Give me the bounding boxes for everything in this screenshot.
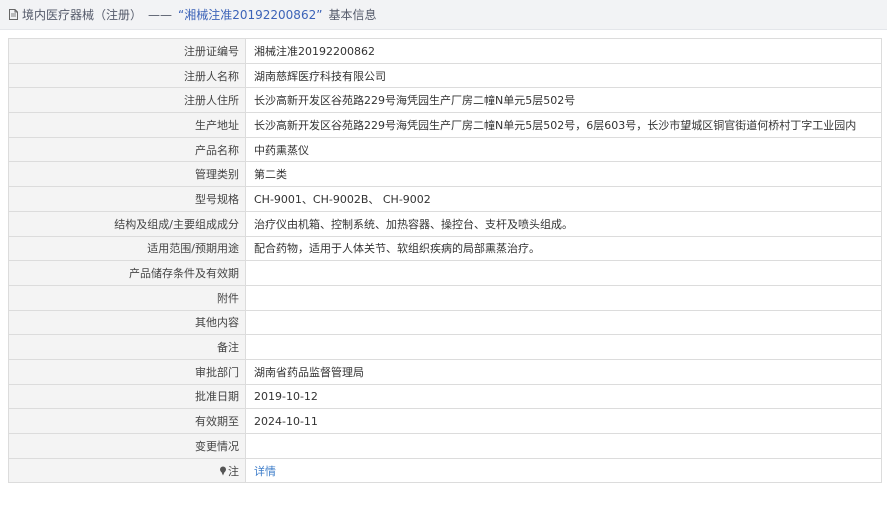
page-header: 境内医疗器械（注册） —— “湘械注准20192200862” 基本信息	[0, 0, 887, 30]
row-value: 配合药物，适用于人体关节、软组织疾病的局部熏蒸治疗。	[245, 235, 882, 262]
row-value: 长沙高新开发区谷苑路229号海凭园生产厂房二幢N单元5层502号	[245, 87, 882, 114]
row-value	[245, 433, 882, 459]
row-label: 批准日期	[8, 383, 246, 410]
row-label: 附件	[8, 284, 246, 311]
table-row: 有效期至 2024-10-11	[8, 408, 882, 434]
table-row: 变更情况	[8, 433, 882, 459]
row-value	[245, 309, 882, 336]
detail-table-container: 注册证编号 湘械注准20192200862 注册人名称 湖南慈辉医疗科技有限公司 注…	[8, 38, 882, 484]
row-value: 湖南省药品监督管理局	[245, 358, 882, 385]
page-title: “湘械注准20192200862”	[178, 8, 323, 22]
row-value	[245, 260, 882, 286]
table-row: 备注	[8, 334, 882, 360]
page-title-suffix: 基本信息	[328, 8, 377, 22]
row-label: 审批部门	[8, 358, 246, 385]
table-row: 管理类别 第二类	[8, 161, 882, 188]
row-value: 2024-10-11	[245, 408, 882, 434]
row-label: 变更情况	[8, 433, 246, 459]
row-label: 管理类别	[8, 161, 246, 188]
table-row: 产品名称 中药熏蒸仪	[8, 136, 882, 163]
table-row: 结构及组成/主要组成成分 治疗仪由机箱、控制系统、加热容器、操控台、支杆及喷头组成…	[8, 210, 882, 237]
table-row: 其他内容	[8, 309, 882, 336]
row-value	[245, 334, 882, 360]
row-label: 备注	[8, 334, 246, 360]
breadcrumb-separator: ——	[148, 7, 173, 22]
table-row: 产品储存条件及有效期	[8, 260, 882, 286]
row-value	[245, 284, 882, 311]
row-label: 结构及组成/主要组成成分	[8, 210, 246, 237]
note-label-text: 注	[228, 464, 239, 478]
row-value: 2019-10-12	[245, 383, 882, 410]
table-row: 附件	[8, 284, 882, 311]
table-row: 注册人名称 湖南慈辉医疗科技有限公司	[8, 62, 882, 89]
row-label: 有效期至	[8, 408, 246, 434]
pin-icon	[220, 466, 226, 476]
note-row: 注 详情	[8, 457, 882, 484]
table-row: 适用范围/预期用途 配合药物，适用于人体关节、软组织疾病的局部熏蒸治疗。	[8, 235, 882, 262]
row-label: 适用范围/预期用途	[8, 235, 246, 262]
row-value: 第二类	[245, 161, 882, 188]
detail-table: 注册证编号 湘械注准20192200862 注册人名称 湖南慈辉医疗科技有限公司 注…	[8, 38, 882, 484]
table-row: 审批部门 湖南省药品监督管理局	[8, 358, 882, 385]
breadcrumb: 境内医疗器械（注册）	[22, 8, 143, 22]
table-row: 注册人住所 长沙高新开发区谷苑路229号海凭园生产厂房二幢N单元5层502号	[8, 87, 882, 114]
table-row: 生产地址 长沙高新开发区谷苑路229号海凭园生产厂房二幢N单元5层502号，6层6…	[8, 112, 882, 138]
row-label: 产品名称	[8, 136, 246, 163]
row-label: 注册证编号	[8, 38, 246, 64]
table-row: 批准日期 2019-10-12	[8, 383, 882, 410]
row-value: 治疗仪由机箱、控制系统、加热容器、操控台、支杆及喷头组成。	[245, 210, 882, 237]
row-label: 型号规格	[8, 186, 246, 212]
table-row: 注册证编号 湘械注准20192200862	[8, 38, 882, 64]
table-row: 型号规格 CH-9001、CH-9002B、 CH-9002	[8, 186, 882, 212]
row-value: 长沙高新开发区谷苑路229号海凭园生产厂房二幢N单元5层502号，6层603号，…	[245, 112, 882, 138]
note-label: 注	[8, 457, 246, 484]
row-value: CH-9001、CH-9002B、 CH-9002	[245, 186, 882, 212]
row-label: 注册人名称	[8, 62, 246, 89]
row-value: 湘械注准20192200862	[245, 38, 882, 64]
document-icon	[9, 9, 18, 20]
details-link[interactable]: 详情	[254, 465, 276, 478]
row-label: 生产地址	[8, 112, 246, 138]
note-value: 详情	[245, 457, 882, 484]
row-label: 其他内容	[8, 309, 246, 336]
row-label: 产品储存条件及有效期	[8, 260, 246, 286]
row-label: 注册人住所	[8, 87, 246, 114]
row-value: 中药熏蒸仪	[245, 136, 882, 163]
row-value: 湖南慈辉医疗科技有限公司	[245, 62, 882, 89]
